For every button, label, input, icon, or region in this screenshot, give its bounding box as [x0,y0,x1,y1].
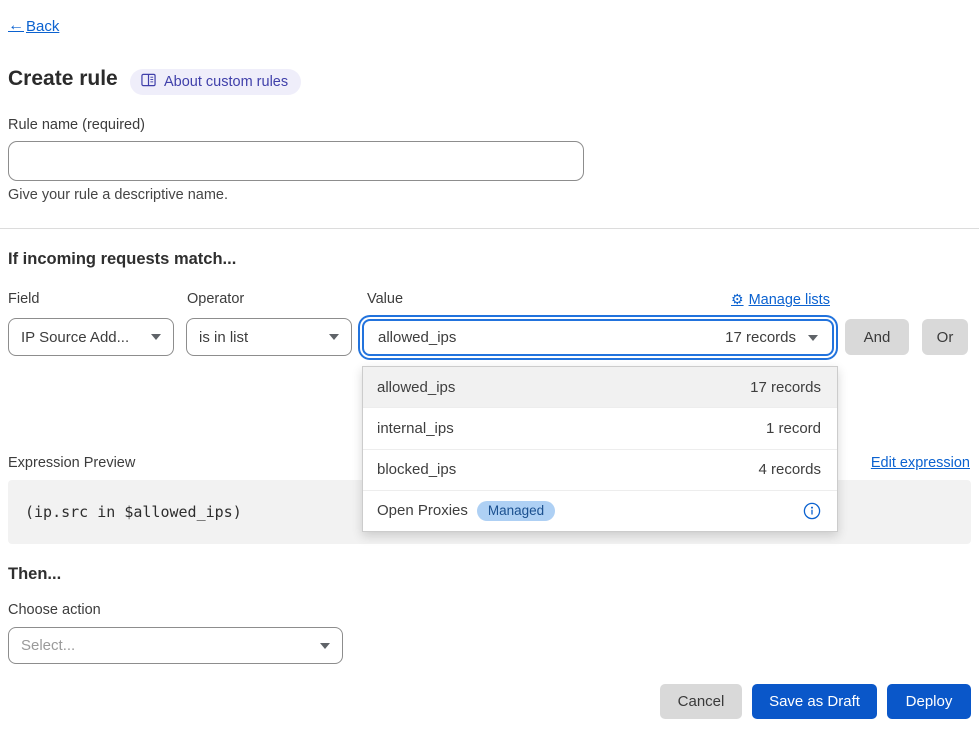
list-name: allowed_ips [377,379,455,396]
operator-select-value: is in list [199,329,248,346]
list-meta: 1 record [766,420,821,437]
field-select-value: IP Source Add... [21,329,129,346]
list-option-blocked-ips[interactable]: blocked_ips 4 records [363,449,837,490]
rule-name-helper: Give your rule a descriptive name. [8,187,228,203]
deploy-button[interactable]: Deploy [887,684,971,719]
gear-icon: ⚙ [731,291,744,308]
section-divider [0,228,979,229]
create-rule-page: ← Back Create rule About custom rules Ru… [0,0,979,739]
save-as-draft-button[interactable]: Save as Draft [752,684,877,719]
list-name: blocked_ips [377,461,456,478]
then-section-heading: Then... [8,565,61,584]
chevron-down-icon [320,643,330,649]
list-meta: 17 records [750,379,821,396]
list-option-internal-ips[interactable]: internal_ips 1 record [363,407,837,448]
chevron-down-icon [151,334,161,340]
rule-name-input[interactable] [8,141,584,181]
action-select[interactable]: Select... [8,627,343,664]
field-label: Field [8,291,39,307]
back-link[interactable]: ← Back [8,17,59,35]
back-label: Back [26,18,59,35]
rule-name-label: Rule name (required) [8,117,145,133]
or-button[interactable]: Or [922,319,968,355]
list-option-allowed-ips[interactable]: allowed_ips 17 records [363,367,837,407]
page-title: Create rule [8,67,118,91]
about-custom-rules-link[interactable]: About custom rules [130,69,301,95]
arrow-left-icon: ← [8,17,24,35]
value-label: Value [367,291,403,307]
info-icon[interactable] [803,502,821,520]
list-meta: 4 records [758,461,821,478]
cancel-button[interactable]: Cancel [660,684,742,719]
chevron-down-icon [329,334,339,340]
manage-lists-link[interactable]: ⚙ Manage lists [731,291,830,308]
and-button[interactable]: And [845,319,909,355]
managed-badge: Managed [477,501,555,521]
operator-label: Operator [187,291,244,307]
edit-expression-link[interactable]: Edit expression [871,455,970,471]
operator-select[interactable]: is in list [186,318,352,356]
list-name: Open Proxies [377,502,468,519]
match-section-heading: If incoming requests match... [8,250,236,269]
choose-action-label: Choose action [8,602,101,618]
field-select[interactable]: IP Source Add... [8,318,174,356]
lists-dropdown-menu: allowed_ips 17 records internal_ips 1 re… [362,366,838,532]
action-select-placeholder: Select... [21,637,75,654]
chevron-down-icon [808,335,818,341]
value-select-value: allowed_ips [378,329,456,346]
manage-lists-label: Manage lists [749,292,830,308]
list-name: internal_ips [377,420,454,437]
expression-code: (ip.src in $allowed_ips) [25,503,242,521]
about-custom-rules-label: About custom rules [164,74,288,90]
list-option-open-proxies[interactable]: Open Proxies Managed [363,490,837,531]
value-select-records: 17 records [725,329,796,346]
book-icon [141,73,156,91]
expression-preview-label: Expression Preview [8,455,135,471]
value-select[interactable]: allowed_ips 17 records [362,319,834,356]
